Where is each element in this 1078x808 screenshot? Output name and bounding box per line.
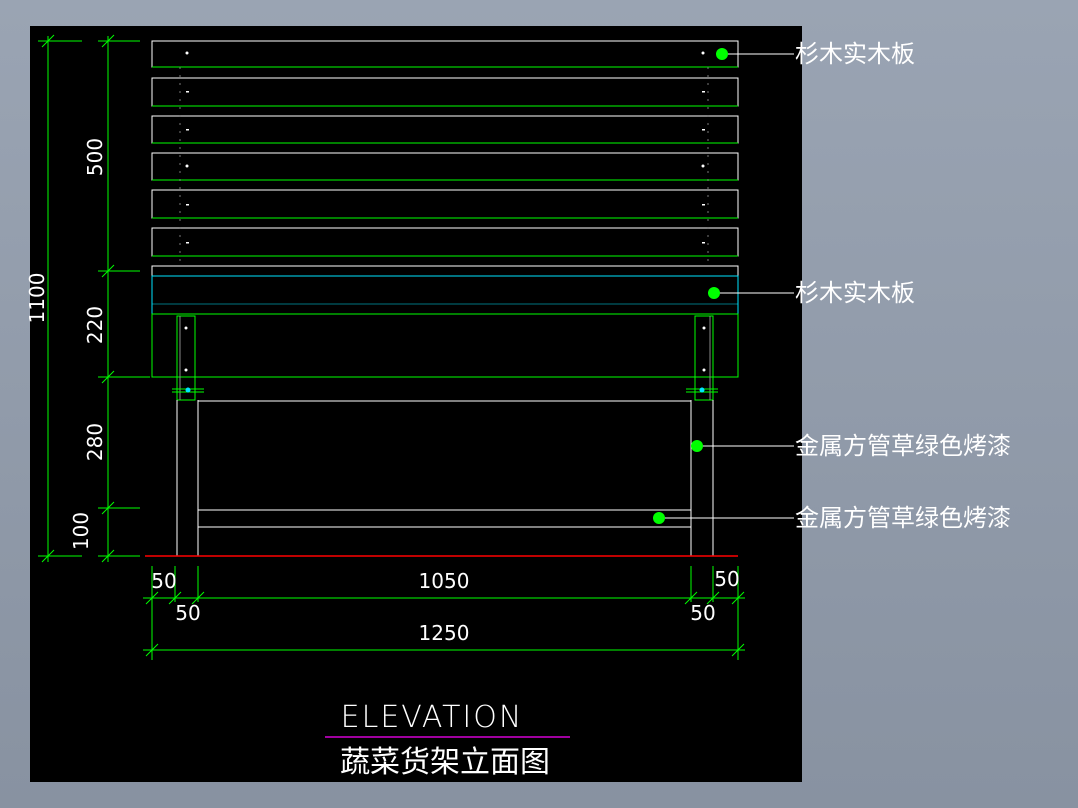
dim-right-outer: 50 bbox=[714, 567, 739, 591]
drawing-canvas bbox=[30, 26, 802, 782]
callout-label-apron-wood: 杉木实木板 bbox=[795, 279, 915, 307]
dim-frame-height: 280 bbox=[83, 423, 107, 461]
callout-label-rail-metal: 金属方管草绿色烤漆 bbox=[795, 504, 1011, 532]
dim-overall-width: 1250 bbox=[419, 621, 470, 645]
dim-left-outer: 50 bbox=[151, 569, 176, 593]
callout-labels: 杉木实木板 杉木实木板 金属方管草绿色烤漆 金属方管草绿色烤漆 bbox=[795, 40, 1011, 532]
callout-label-slat-wood: 杉木实木板 bbox=[795, 40, 915, 68]
dim-middle: 1050 bbox=[419, 569, 470, 593]
drawing-title-cn: 蔬菜货架立面图 bbox=[340, 745, 550, 780]
callout-dot bbox=[708, 287, 720, 299]
dim-base-height: 100 bbox=[69, 512, 93, 550]
cad-viewport: 1100 500 220 280 100 50 50 1050 50 50 12… bbox=[25, 26, 1011, 782]
dim-apron-height: 220 bbox=[83, 306, 107, 344]
callout-dot bbox=[653, 512, 665, 524]
dim-left-inner: 50 bbox=[175, 601, 200, 625]
callout-label-frame-metal: 金属方管草绿色烤漆 bbox=[795, 432, 1011, 460]
dim-overall-height: 1100 bbox=[25, 273, 49, 324]
callout-dot bbox=[716, 48, 728, 60]
drawing-title-en: ELEVATION bbox=[341, 700, 524, 735]
callout-dot bbox=[691, 440, 703, 452]
dim-right-inner: 50 bbox=[690, 601, 715, 625]
dim-slats-height: 500 bbox=[83, 138, 107, 176]
